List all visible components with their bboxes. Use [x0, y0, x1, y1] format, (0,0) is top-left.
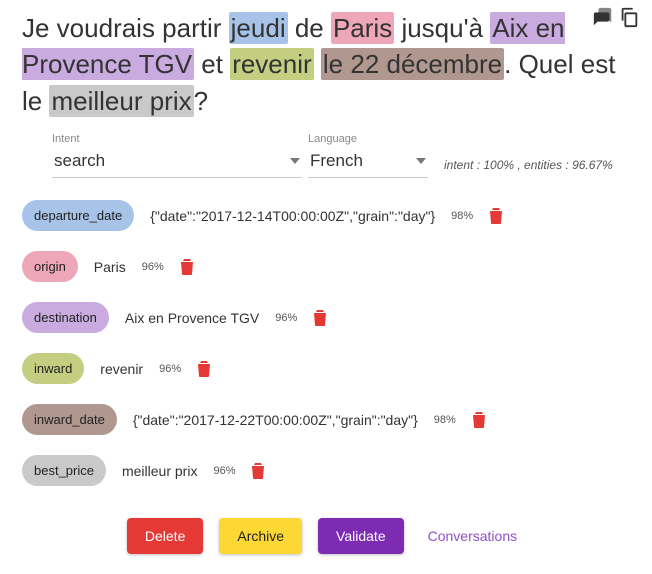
- trash-icon[interactable]: [197, 361, 211, 377]
- entity-row: inward_date {"date":"2017-12-22T00:00:00Z…: [22, 404, 630, 435]
- entity-value: {"date":"2017-12-22T00:00:00Z","grain":"…: [133, 412, 418, 428]
- archive-button[interactable]: Archive: [219, 518, 302, 554]
- language-select[interactable]: French: [308, 147, 428, 178]
- trash-icon[interactable]: [313, 310, 327, 326]
- entity-confidence: 98%: [451, 210, 473, 222]
- entity-chip[interactable]: destination: [22, 302, 109, 333]
- highlight-token[interactable]: meilleur prix: [49, 85, 193, 117]
- entity-confidence: 96%: [142, 261, 164, 273]
- confidence-stats: intent : 100% , entities : 96.67%: [444, 158, 613, 178]
- actions-row: Delete Archive Validate Conversations: [22, 518, 630, 554]
- intent-label: Intent: [52, 133, 302, 145]
- entity-value: Aix en Provence TGV: [125, 310, 259, 326]
- trash-icon[interactable]: [489, 208, 503, 224]
- highlight-token[interactable]: Paris: [331, 12, 394, 44]
- entity-value: revenir: [100, 361, 143, 377]
- entities-list: departure_date {"date":"2017-12-14T00:00:…: [22, 200, 630, 486]
- entity-row: departure_date {"date":"2017-12-14T00:00:…: [22, 200, 630, 231]
- language-field: Language French: [308, 133, 428, 178]
- highlight-token[interactable]: jeudi: [229, 12, 288, 44]
- entity-confidence: 96%: [159, 363, 181, 375]
- intent-value: search: [54, 151, 105, 171]
- validate-button[interactable]: Validate: [318, 518, 404, 554]
- chevron-down-icon: [416, 158, 426, 164]
- controls-row: Intent search Language French intent : 1…: [52, 133, 630, 178]
- entity-row: best_price meilleur prix 96%: [22, 455, 630, 486]
- trash-icon[interactable]: [251, 463, 265, 479]
- entity-chip[interactable]: origin: [22, 251, 78, 282]
- intent-select[interactable]: search: [52, 147, 302, 178]
- language-value: French: [310, 151, 363, 171]
- entity-value: meilleur prix: [122, 463, 197, 479]
- entity-value: Paris: [94, 259, 126, 275]
- highlight-token[interactable]: revenir: [230, 48, 313, 80]
- language-label: Language: [308, 133, 428, 145]
- chevron-down-icon: [290, 158, 300, 164]
- highlight-token[interactable]: le 22 décembre: [321, 48, 504, 80]
- entity-chip[interactable]: best_price: [22, 455, 106, 486]
- trash-icon[interactable]: [180, 259, 194, 275]
- entity-confidence: 96%: [275, 312, 297, 324]
- chat-icon[interactable]: [592, 6, 614, 28]
- entity-confidence: 98%: [434, 414, 456, 426]
- entity-chip[interactable]: inward_date: [22, 404, 117, 435]
- entity-chip[interactable]: inward: [22, 353, 84, 384]
- entity-value: {"date":"2017-12-14T00:00:00Z","grain":"…: [150, 208, 435, 224]
- entity-row: origin Paris 96%: [22, 251, 630, 282]
- annotated-sentence: Je voudrais partir jeudi de Paris jusqu'…: [22, 10, 630, 119]
- copy-icon[interactable]: [618, 6, 640, 28]
- entity-confidence: 96%: [213, 465, 235, 477]
- entity-row: inward revenir 96%: [22, 353, 630, 384]
- delete-button[interactable]: Delete: [127, 518, 203, 554]
- entity-chip[interactable]: departure_date: [22, 200, 134, 231]
- entity-row: destination Aix en Provence TGV 96%: [22, 302, 630, 333]
- trash-icon[interactable]: [472, 412, 486, 428]
- intent-field: Intent search: [52, 133, 302, 178]
- conversations-link[interactable]: Conversations: [420, 518, 526, 554]
